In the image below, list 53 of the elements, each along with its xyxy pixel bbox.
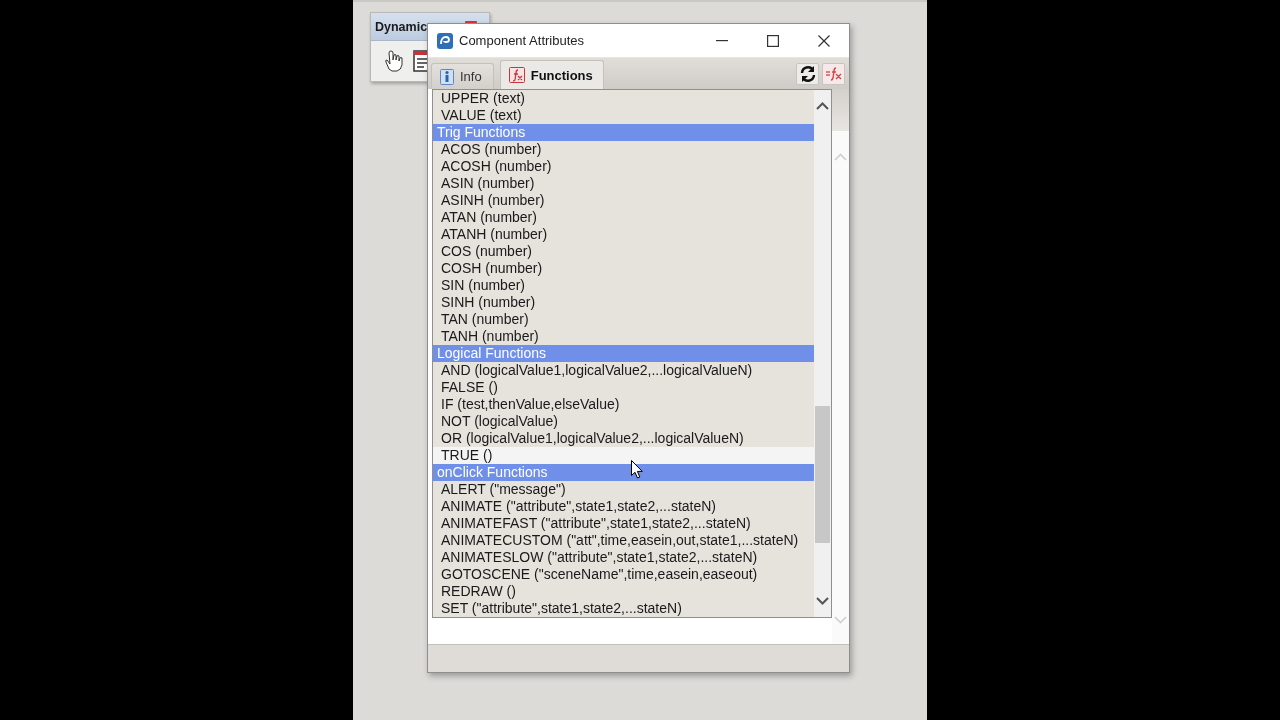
function-item[interactable]: TAN (number) — [433, 311, 814, 328]
window-title: Component Attributes — [459, 33, 586, 48]
tab[interactable]: Info — [431, 63, 494, 89]
chevron-down-icon — [834, 616, 847, 624]
scrollbar-thumb[interactable] — [815, 406, 830, 543]
function-item[interactable]: SINH (number) — [433, 294, 814, 311]
app-icon — [437, 32, 453, 49]
chevron-up-icon — [816, 102, 829, 110]
function-item[interactable]: VALUE (text) — [433, 107, 814, 124]
function-icon — [824, 65, 843, 82]
close-icon — [817, 34, 830, 47]
function-item[interactable]: ANIMATE ("attribute",state1,state2,...stateN) — [433, 498, 814, 515]
function-item[interactable]: SIN (number) — [433, 277, 814, 294]
refresh-button[interactable] — [796, 62, 819, 85]
function-item[interactable]: ANIMATECUSTOM ("att",time,easein,out,state1,...stateN) — [433, 532, 814, 549]
maximize-icon — [766, 34, 779, 47]
category-header: Trig Functions — [433, 124, 814, 141]
function-item[interactable]: ACOS (number) — [433, 141, 814, 158]
function-item[interactable]: IF (test,thenValue,elseValue) — [433, 396, 814, 413]
tab[interactable]: Functions — [499, 60, 604, 89]
function-item[interactable]: ATAN (number) — [433, 209, 814, 226]
function-item[interactable]: ANIMATESLOW ("attribute",state1,state2,...stateN) — [433, 549, 814, 566]
header-strip — [832, 89, 849, 131]
minimize-icon — [715, 39, 728, 42]
chevron-up-icon — [834, 153, 847, 161]
formula-button[interactable] — [822, 62, 845, 85]
function-item[interactable]: TANH (number) — [433, 328, 814, 345]
category-header: Logical Functions — [433, 345, 814, 362]
hand-icon — [383, 49, 405, 73]
function-item[interactable]: COS (number) — [433, 243, 814, 260]
function-icon — [508, 67, 525, 83]
function-item[interactable]: GOTOSCENE ("sceneName",time,easein,easeout) — [433, 566, 814, 583]
function-item[interactable]: AND (logicalValue1,logicalValue2,...logicalValueN) — [433, 362, 814, 379]
function-item[interactable]: REDRAW () — [433, 583, 814, 600]
function-item[interactable]: UPPER (text) — [433, 90, 814, 107]
info-icon — [440, 68, 454, 85]
function-item[interactable]: ACOSH (number) — [433, 158, 814, 175]
function-item[interactable]: TRUE () — [433, 447, 814, 464]
panel-title: Dynamic — [375, 19, 428, 34]
function-item[interactable]: COSH (number) — [433, 260, 814, 277]
function-item[interactable]: ALERT ("message") — [433, 481, 814, 498]
function-item[interactable]: SET ("attribute",state1,state2,...stateN) — [433, 600, 814, 617]
category-header: onClick Functions — [433, 464, 814, 481]
function-item[interactable]: NOT (logicalValue) — [433, 413, 814, 430]
function-item[interactable]: FALSE () — [433, 379, 814, 396]
refresh-icon — [798, 64, 817, 83]
chevron-down-icon — [816, 597, 829, 605]
function-item[interactable]: OR (logicalValue1,logicalValue2,...logicalValueN) — [433, 430, 814, 447]
function-item[interactable]: ASINH (number) — [433, 192, 814, 209]
function-item[interactable]: ASIN (number) — [433, 175, 814, 192]
mouse-cursor-icon — [631, 460, 643, 479]
function-item[interactable]: ANIMATEFAST ("attribute",state1,state2,...stateN) — [433, 515, 814, 532]
function-item[interactable]: ATANH (number) — [433, 226, 814, 243]
